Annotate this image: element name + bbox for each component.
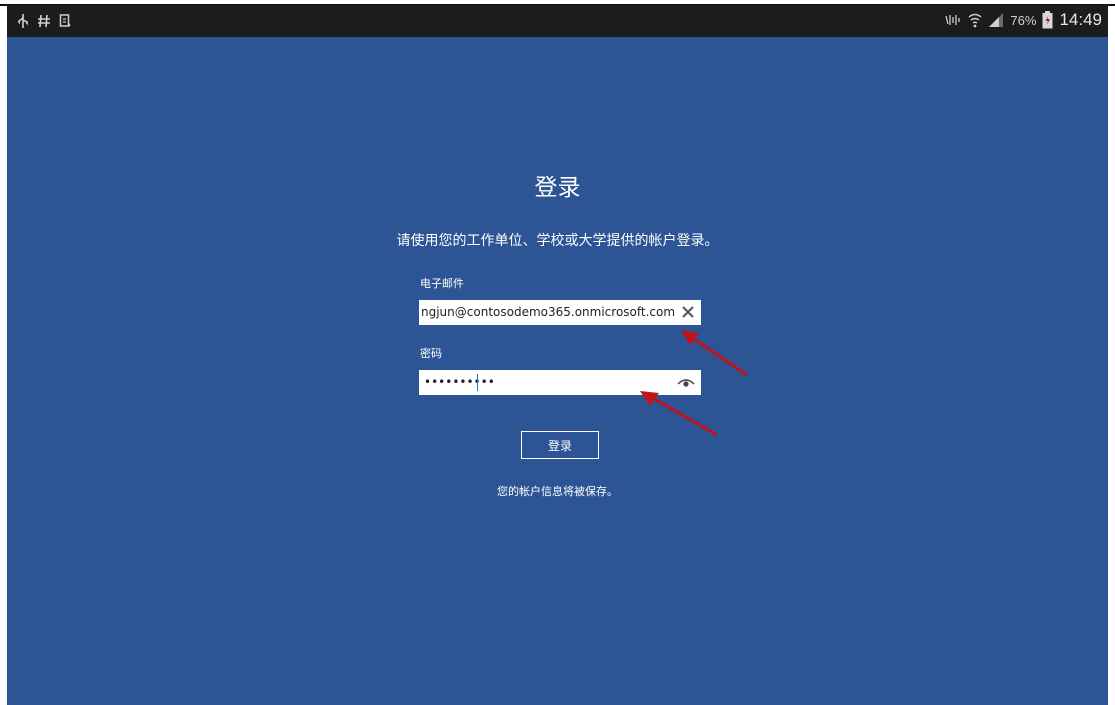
status-bar-system: 76% 14:49 xyxy=(944,10,1102,30)
status-bar: 76% 14:49 xyxy=(7,5,1108,37)
clipboard-icon xyxy=(59,13,71,29)
page-subtitle: 请使用您的工作单位、学校或大学提供的帐户登录。 xyxy=(396,233,719,249)
signin-button[interactable]: 登录 xyxy=(521,431,599,459)
annotation-arrow-password xyxy=(640,391,718,437)
text-cursor xyxy=(477,374,478,391)
signal-mute-icon xyxy=(944,12,962,28)
annotation-arrow-email xyxy=(681,330,748,377)
status-bar-notifications xyxy=(17,13,71,29)
clock: 14:49 xyxy=(1059,10,1102,29)
email-label: 电子邮件 xyxy=(420,277,464,290)
email-field[interactable]: ngjun@contosodemo365.onmicrosoft.com xyxy=(419,300,701,325)
hash-icon xyxy=(37,13,51,29)
account-saved-note: 您的帐户信息将被保存。 xyxy=(497,485,618,498)
device-screen: 76% 14:49 登录 请使用您的工作单位、学校或大学提供的帐户登录。 电子邮… xyxy=(7,5,1108,705)
battery-percent: 76% xyxy=(1010,12,1037,28)
email-value[interactable]: ngjun@contosodemo365.onmicrosoft.com xyxy=(419,300,676,325)
usb-icon xyxy=(17,13,29,29)
password-value[interactable]: •••••••••• xyxy=(424,370,495,395)
password-label: 密码 xyxy=(420,347,442,360)
wifi-icon xyxy=(968,12,982,28)
battery-icon xyxy=(1042,11,1053,29)
page-title: 登录 xyxy=(534,175,581,201)
cell-signal-icon xyxy=(988,12,1004,28)
close-icon[interactable] xyxy=(679,303,697,321)
